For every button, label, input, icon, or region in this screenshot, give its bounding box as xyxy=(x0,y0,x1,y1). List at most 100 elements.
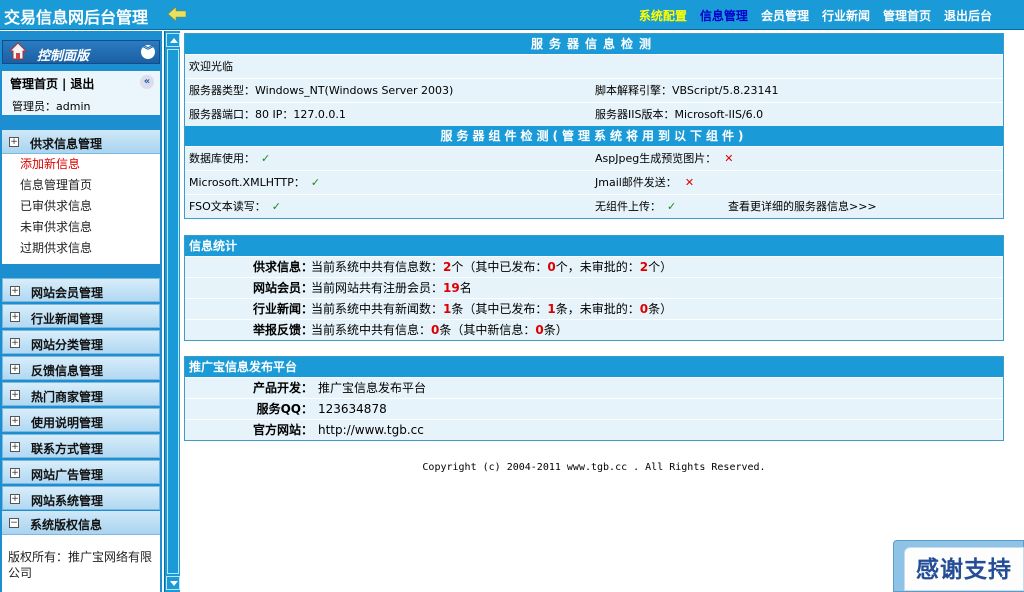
welcome-text: 欢迎光临 xyxy=(189,60,233,73)
expand-toggle-icon[interactable]: + xyxy=(10,312,20,322)
cross-icon: ✕ xyxy=(684,176,695,189)
sidebar: 控制面版 ︾ 管理首页 | 退出 « 管理员：admin + 供求信息管理 添加新信… xyxy=(0,31,162,592)
menu-item-info-home[interactable]: 信息管理首页 xyxy=(2,175,160,196)
menu-group-title: 使用说明管理 xyxy=(31,416,104,430)
check-icon: ✓ xyxy=(667,200,677,213)
expand-toggle-icon[interactable]: + xyxy=(10,468,20,478)
sidebar-logout-link[interactable]: 退出 xyxy=(70,77,94,91)
port-ip-text: 服务器端口：80 IP：127.0.0.1 xyxy=(189,108,346,121)
back-arrow-icon[interactable] xyxy=(168,7,186,21)
menu-group-title: 网站系统管理 xyxy=(31,494,104,508)
server-type-text: 服务器类型：Windows_NT(Windows Server 2003) xyxy=(189,84,454,97)
menu-item-unapproved[interactable]: 未审供求信息 xyxy=(2,217,160,238)
copyright-footer: Copyright (c) 2004-2011 www.tgb.cc . All… xyxy=(422,462,766,473)
stats-value: 当前系统中共有信息数：2个（其中已发布：0个，未审批的：2个） xyxy=(311,260,673,274)
nav-info-manage[interactable]: 信息管理 xyxy=(700,7,748,24)
admin-label: 管理员：admin xyxy=(12,100,91,113)
expand-toggle-icon[interactable]: + xyxy=(10,390,20,400)
jmail-label: Jmail邮件发送： xyxy=(595,176,677,189)
menu-group-members[interactable]: + 网站会员管理 xyxy=(2,278,160,302)
component-row-1: 数据库使用： ✓ AspJpeg生成预览图片： ✕ xyxy=(185,146,1003,170)
stats-key: 行业新闻： xyxy=(252,302,313,316)
expand-toggle-icon[interactable]: + xyxy=(10,338,20,348)
nav-logout[interactable]: 退出后台 xyxy=(944,7,992,24)
menu-group-header[interactable]: + 供求信息管理 xyxy=(2,130,160,154)
welcome-row: 欢迎光临 xyxy=(185,54,1003,78)
check-icon: ✓ xyxy=(261,152,271,165)
expand-toggle-icon[interactable]: + xyxy=(10,416,20,426)
stats-value: 当前系统中共有新闻数：1条（其中已发布：1条，未审批的：0条） xyxy=(311,302,673,316)
menu-group-feedback[interactable]: + 反馈信息管理 xyxy=(2,356,160,380)
stats-row: 供求信息： 当前系统中共有信息数：2个（其中已发布：0个，未审批的：2个） xyxy=(185,256,1003,277)
components-title: 服务器组件检测(管理系统将用到以下组件) xyxy=(185,126,1003,146)
menu-group-contact[interactable]: + 联系方式管理 xyxy=(2,434,160,458)
stats-key: 供求信息： xyxy=(252,260,313,274)
menu-group-merchants[interactable]: + 热门商家管理 xyxy=(2,382,160,406)
expand-toggle-icon[interactable]: + xyxy=(10,364,20,374)
sidebar-scrollbar[interactable] xyxy=(164,31,180,592)
nav-industry-news[interactable]: 行业新闻 xyxy=(822,7,870,24)
upload-label: 无组件上传： xyxy=(595,200,661,213)
server-port-row: 服务器端口：80 IP：127.0.0.1 服务器IIS版本：Microsoft… xyxy=(185,102,1003,126)
fso-label: FSO文本读写： xyxy=(189,200,266,213)
menu-group-title: 系统版权信息 xyxy=(30,518,103,532)
menu-group-help[interactable]: + 使用说明管理 xyxy=(2,408,160,432)
top-header-bar: 交易信息网后台管理 系统配置 信息管理 会员管理 行业新闻 管理首页 退出后台 xyxy=(0,0,1024,30)
more-server-info-link[interactable]: 查看更详细的服务器信息>>> xyxy=(728,195,877,219)
xmlhttp-label: Microsoft.XMLHTTP： xyxy=(189,176,305,189)
platform-key: 官方网站： xyxy=(252,423,313,437)
scroll-down-arrow-icon[interactable] xyxy=(166,576,180,590)
menu-group-news[interactable]: + 行业新闻管理 xyxy=(2,304,160,328)
menu-item-approved[interactable]: 已审供求信息 xyxy=(2,196,160,217)
expand-toggle-icon[interactable]: + xyxy=(10,442,20,452)
stats-key: 举报反馈： xyxy=(252,323,313,337)
script-engine-text: 脚本解释引擎：VBScript/5.8.23141 xyxy=(595,84,779,97)
iis-version-text: 服务器IIS版本：Microsoft-IIS/6.0 xyxy=(595,108,764,121)
stats-value: 当前系统中共有信息：0条（其中新信息：0条） xyxy=(311,323,568,337)
nav-member-manage[interactable]: 会员管理 xyxy=(761,7,809,24)
nav-admin-home[interactable]: 管理首页 xyxy=(883,7,931,24)
menu-group-ads[interactable]: + 网站广告管理 xyxy=(2,460,160,484)
menu-group-title: 反馈信息管理 xyxy=(31,364,104,378)
expand-toggle-icon[interactable]: + xyxy=(9,137,19,147)
platform-row: 服务QQ： 123634878 xyxy=(185,398,1003,419)
menu-group-supply: + 供求信息管理 添加新信息 信息管理首页 已审供求信息 未审供求信息 过期供求… xyxy=(2,130,160,264)
menu-group-header[interactable]: − 系统版权信息 xyxy=(2,511,160,535)
server-info-panel: 服务器信息检测 欢迎光临 服务器类型：Windows_NT(Windows Se… xyxy=(184,33,1004,219)
control-panel-body: 管理首页 | 退出 « 管理员：admin xyxy=(2,71,160,115)
menu-group-title: 网站分类管理 xyxy=(31,338,104,352)
stats-panel: 信息统计 供求信息： 当前系统中共有信息数：2个（其中已发布：0个，未审批的：2… xyxy=(184,235,1004,341)
collapse-panel-icon[interactable]: ︾ xyxy=(141,45,155,59)
aspjpeg-label: AspJpeg生成预览图片： xyxy=(595,152,717,165)
thanks-support-text: 感谢支持 xyxy=(904,547,1024,591)
menu-item-expired[interactable]: 过期供求信息 xyxy=(2,238,160,259)
official-website-link[interactable]: http://www.tgb.cc xyxy=(318,420,424,441)
scrollbar-track[interactable] xyxy=(167,49,179,574)
sidebar-home-link[interactable]: 管理首页 xyxy=(10,77,58,91)
thanks-support-badge[interactable]: 感谢支持 xyxy=(893,540,1024,592)
panel-title: 信息统计 xyxy=(185,236,1003,256)
app-title: 交易信息网后台管理 xyxy=(4,8,149,27)
expand-toggle-icon[interactable]: + xyxy=(10,286,20,296)
double-chevron-left-icon[interactable]: « xyxy=(140,75,154,89)
nav-system-config[interactable]: 系统配置 xyxy=(639,7,687,24)
check-icon: ✓ xyxy=(310,176,321,189)
server-type-row: 服务器类型：Windows_NT(Windows Server 2003) 脚本… xyxy=(185,78,1003,102)
main-content: 服务器信息检测 欢迎光临 服务器类型：Windows_NT(Windows Se… xyxy=(184,31,1004,592)
panel-title: 推广宝信息发布平台 xyxy=(185,357,1003,377)
scroll-up-arrow-icon[interactable] xyxy=(166,33,180,47)
stats-row: 举报反馈： 当前系统中共有信息：0条（其中新信息：0条） xyxy=(185,319,1003,340)
copyright-owner-text: 版权所有：推广宝网络有限公司 xyxy=(8,550,153,580)
db-label: 数据库使用： xyxy=(189,152,255,165)
collapse-toggle-icon[interactable]: − xyxy=(9,518,19,528)
platform-key: 产品开发： xyxy=(252,381,313,395)
product-name: 推广宝信息发布平台 xyxy=(318,381,427,395)
expand-toggle-icon[interactable]: + xyxy=(10,494,20,504)
top-nav: 系统配置 信息管理 会员管理 行业新闻 管理首页 退出后台 xyxy=(639,7,992,24)
platform-row: 官方网站： http://www.tgb.cc xyxy=(185,419,1003,440)
menu-group-categories[interactable]: + 网站分类管理 xyxy=(2,330,160,354)
control-panel-header: 控制面版 ︾ xyxy=(2,40,160,64)
menu-item-add-info[interactable]: 添加新信息 xyxy=(2,154,160,175)
menu-group-system[interactable]: + 网站系统管理 xyxy=(2,486,160,510)
component-row-2: Microsoft.XMLHTTP： ✓ Jmail邮件发送： ✕ xyxy=(185,170,1003,194)
